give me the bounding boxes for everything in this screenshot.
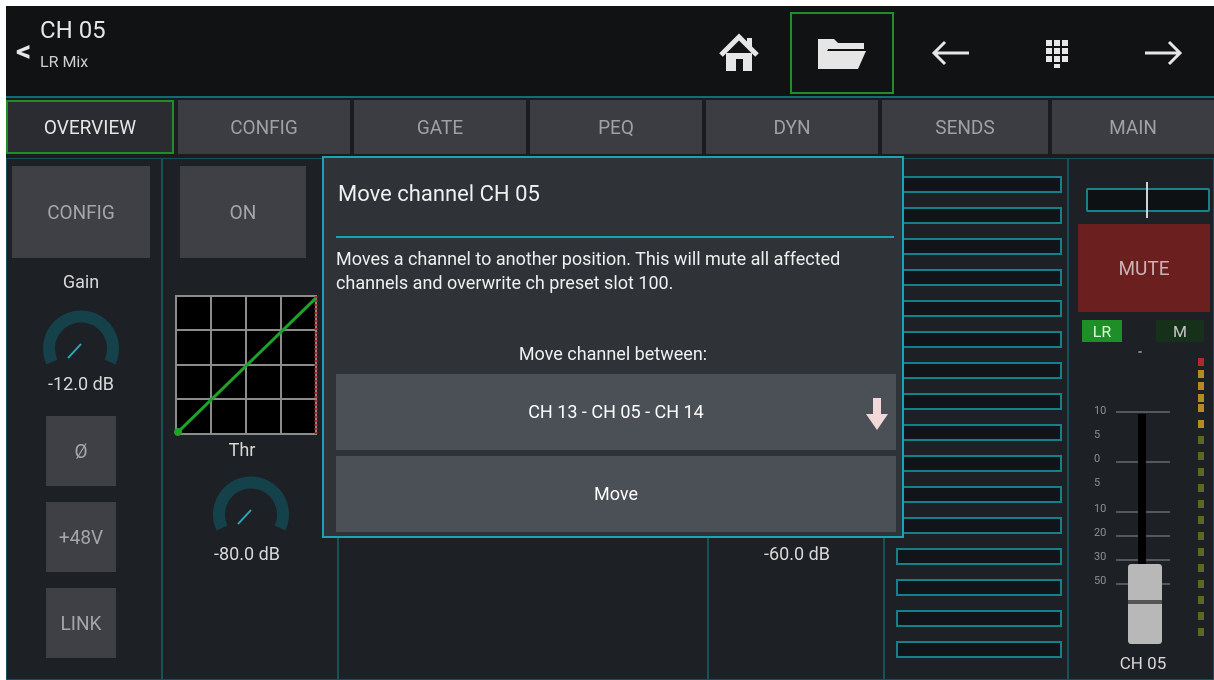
fader-scale-label: 50 <box>1094 574 1107 587</box>
channel-position-select[interactable]: CH 13 - CH 05 - CH 14 <box>336 374 896 450</box>
fader-scale-label: 5 <box>1094 428 1101 441</box>
channel-subtitle: LR Mix <box>40 52 89 71</box>
send-strip[interactable] <box>896 579 1062 596</box>
send-strip[interactable] <box>896 238 1062 255</box>
tab-main[interactable]: MAIN <box>1052 100 1214 154</box>
dialog-message: Moves a channel to another position. Thi… <box>336 249 841 294</box>
main-fader[interactable] <box>1106 404 1206 654</box>
send-strip[interactable] <box>896 331 1062 348</box>
home-icon <box>719 33 759 71</box>
mixer-app: < CH 05 LR Mix OVERVIEW CONFIG GATE PEQ … <box>6 6 1214 680</box>
channel-title: CH 05 <box>40 16 106 44</box>
send-strip[interactable] <box>896 548 1062 565</box>
sends-panel <box>884 158 1068 680</box>
tab-bar: OVERVIEW CONFIG GATE PEQ DYN SENDS MAIN <box>6 100 1214 158</box>
dialog-divider <box>336 236 894 238</box>
send-strip[interactable] <box>896 455 1062 472</box>
send-strip[interactable] <box>896 207 1062 224</box>
tab-gate[interactable]: GATE <box>354 100 526 154</box>
arrow-left-icon <box>931 40 969 66</box>
lr-assign-button[interactable]: LR <box>1082 320 1122 342</box>
main-level-readout: - <box>1138 344 1142 360</box>
config-button[interactable]: CONFIG <box>12 166 150 258</box>
fader-scale-label: 20 <box>1094 526 1107 539</box>
send-strip[interactable] <box>896 517 1062 534</box>
mute-button[interactable]: MUTE <box>1078 224 1210 312</box>
gain-label: Gain <box>62 272 100 293</box>
channel-position-value: CH 13 - CH 05 - CH 14 <box>528 401 704 423</box>
arrow-right-icon <box>1145 40 1183 66</box>
phase-button[interactable]: Ø <box>46 416 116 486</box>
threshold-value: -80.0 dB <box>214 544 280 565</box>
gain-value: -12.0 dB <box>48 374 114 395</box>
main-channel-label: CH 05 <box>1119 654 1167 674</box>
gain-knob[interactable] <box>38 300 124 370</box>
fader-scale-label: 10 <box>1094 404 1107 417</box>
tab-sends[interactable]: SENDS <box>882 100 1048 154</box>
grid-button[interactable] <box>1004 10 1110 96</box>
link-button[interactable]: LINK <box>46 588 116 658</box>
mono-assign-button[interactable]: M <box>1156 320 1204 342</box>
send-strip[interactable] <box>896 362 1062 379</box>
tab-config[interactable]: CONFIG <box>178 100 350 154</box>
move-button[interactable]: Move <box>336 456 896 532</box>
folder-button[interactable] <box>790 12 894 94</box>
threshold-knob[interactable] <box>208 466 294 536</box>
send-strip[interactable] <box>896 393 1062 410</box>
send-strip[interactable] <box>896 176 1062 193</box>
gate-curve-graph <box>174 295 318 436</box>
phantom-power-button[interactable]: +48V <box>46 502 116 572</box>
send-strip[interactable] <box>896 641 1062 658</box>
dialog-title: Move channel CH 05 <box>338 182 540 207</box>
tab-overview[interactable]: OVERVIEW <box>6 100 174 154</box>
tab-dyn[interactable]: DYN <box>706 100 878 154</box>
pan-slider[interactable] <box>1086 182 1210 218</box>
fader-scale-label: 30 <box>1094 550 1107 563</box>
main-level-meter <box>1198 358 1204 402</box>
home-button[interactable] <box>686 10 792 96</box>
fader-scale-label: 5 <box>1094 476 1101 489</box>
send-strip[interactable] <box>896 424 1062 441</box>
back-button[interactable] <box>898 10 1004 96</box>
folder-icon <box>818 39 866 69</box>
fader-scale-label: 0 <box>1094 452 1101 465</box>
dyn-threshold-value: -60.0 dB <box>764 544 830 565</box>
fader-scale-label: 10 <box>1094 502 1107 515</box>
gate-on-button[interactable]: ON <box>180 166 306 258</box>
send-strip[interactable] <box>896 486 1062 503</box>
forward-button[interactable] <box>1110 10 1214 96</box>
send-strip[interactable] <box>896 610 1062 627</box>
move-channel-dialog: Move channel CH 05 Moves a channel to an… <box>322 156 904 538</box>
chevron-left-icon[interactable]: < <box>16 34 31 69</box>
send-strip[interactable] <box>896 300 1062 317</box>
top-bar: < CH 05 LR Mix <box>6 6 1214 98</box>
threshold-label: Thr <box>228 440 256 461</box>
grid-icon <box>1046 40 1068 68</box>
arrow-down-icon[interactable] <box>866 398 888 432</box>
send-strip[interactable] <box>896 269 1062 286</box>
dialog-prompt: Move channel between: <box>518 344 708 365</box>
tab-peq[interactable]: PEQ <box>530 100 702 154</box>
